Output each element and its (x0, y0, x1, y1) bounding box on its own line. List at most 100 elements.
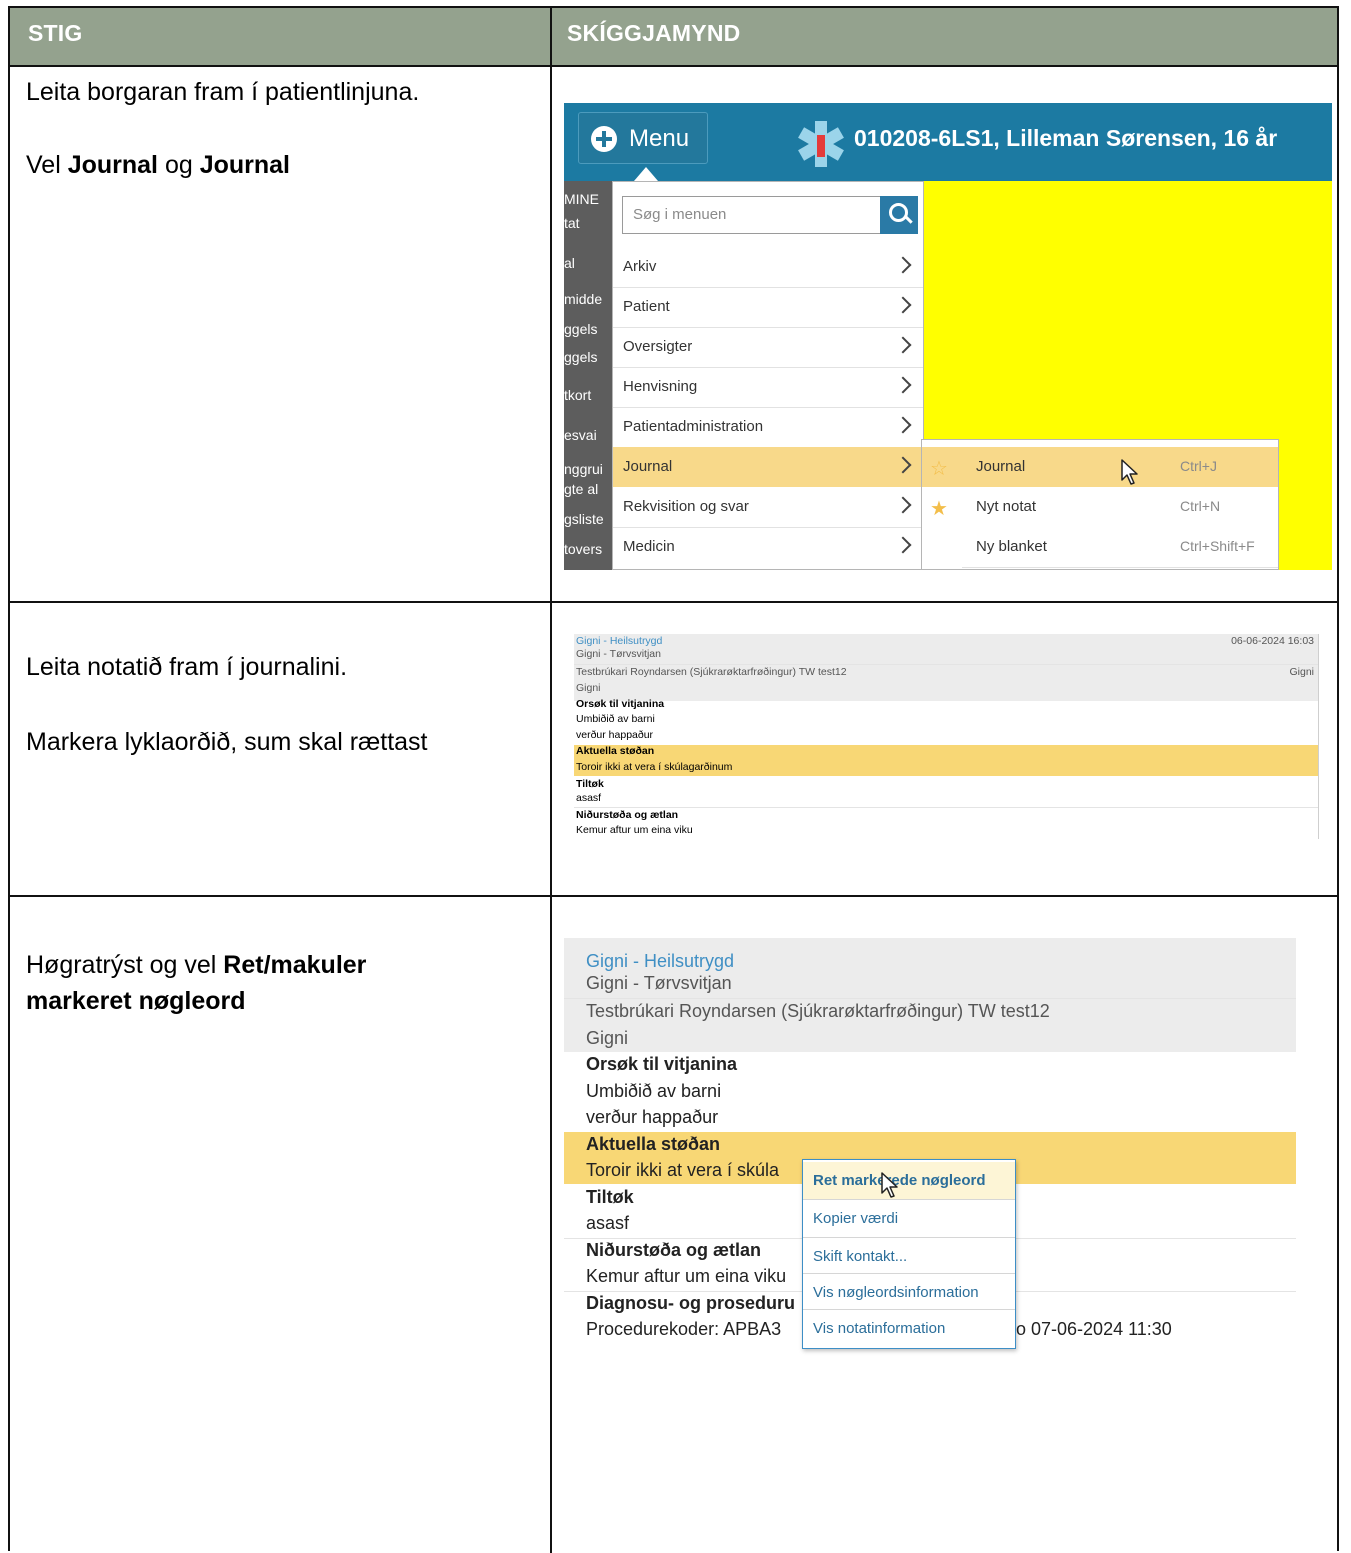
menu-caret-icon (634, 167, 658, 181)
section-text[interactable]: Umbiðið av barni (586, 1081, 721, 1102)
nav-item[interactable]: esvai (564, 427, 597, 443)
section-text[interactable]: verður happaður (586, 1107, 718, 1128)
ctx-skift-kontakt[interactable]: Skift kontakt... (803, 1238, 1015, 1275)
step-1-line-2: Vel Journal og Journal (26, 151, 290, 179)
ctx-kopier-vaerdi[interactable]: Kopier værdi (803, 1200, 1015, 1237)
section-heading: Orsøk til vitjanina (586, 1054, 738, 1074)
nav-item[interactable]: MINE (564, 191, 599, 207)
chevron-right-icon (894, 496, 912, 514)
submenu-item-journal[interactable]: ☆ Journal Ctrl+J (922, 447, 1278, 487)
note-author-right: Gigni (1289, 666, 1314, 678)
note-timestamp: 06-06-2024 16:03 (1231, 635, 1314, 647)
section-heading-selected[interactable]: Aktuella støðan (576, 745, 654, 757)
submenu-item-nyt-notat[interactable]: ★ Nyt notat Ctrl+N (922, 487, 1278, 527)
note-author: Testbrúkari Royndarsen (Sjúkrarøktarfrøð… (576, 666, 847, 678)
note-title[interactable]: Gigni - Heilsutrygd (586, 951, 734, 972)
column-divider (550, 8, 552, 1553)
section-text[interactable]: Kemur aftur um eina viku (576, 824, 693, 836)
section-text-selected[interactable]: Toroir ikki at vera í skúlagarðinum (576, 761, 732, 773)
section-heading: Niðurstøða og ætlan (586, 1240, 761, 1260)
header-screenshot: SKÍGGJAMYND (567, 20, 741, 46)
plus-icon (591, 126, 617, 152)
menu-item-medicin[interactable]: Medicin (613, 527, 923, 567)
section-heading: Niðurstøða og ætlan (576, 809, 679, 821)
section-text[interactable]: asasf (576, 792, 601, 804)
section-text[interactable]: Kemur aftur um eina viku (586, 1266, 786, 1287)
menu-button-label: Menu (629, 125, 690, 152)
nav-item[interactable]: tat (564, 215, 580, 231)
note-subtitle: Gigni - Tørvsvitjan (576, 648, 661, 660)
patient-info: 010208-6LS1, Lilleman Sørensen, 16 år (854, 125, 1278, 151)
submenu-item-ny-blanket[interactable]: Ny blanket Ctrl+Shift+F (922, 527, 1278, 567)
chevron-right-icon (894, 416, 912, 434)
nav-item[interactable]: ggels (564, 349, 597, 365)
menu-item-oversigter[interactable]: Oversigter (613, 327, 923, 367)
chevron-right-icon (894, 536, 912, 554)
screenshot-journal-note: Gigni - Heilsutrygd 06-06-2024 16:03 Gig… (574, 634, 1322, 839)
mouse-cursor-icon (881, 1172, 898, 1198)
menu-item-arkiv[interactable]: Arkiv (613, 247, 923, 287)
search-placeholder: Søg i menuen (633, 206, 727, 223)
row-divider-2 (10, 895, 1337, 897)
section-heading: Orsøk til vitjanina (576, 698, 665, 710)
mouse-cursor-icon (1121, 459, 1138, 485)
note-author: Testbrúkari Royndarsen (Sjúkrarøktarfrøð… (586, 1001, 1050, 1021)
menu-item-journal[interactable]: Journal (613, 447, 923, 487)
step-3-line-2: markeret nøgleord (26, 987, 246, 1015)
header-step: STIG (28, 20, 83, 46)
note-org: Gigni (586, 1028, 629, 1048)
step-3-line-1: Høgratrýst og vel Ret/makuler (26, 951, 367, 979)
chevron-right-icon (894, 376, 912, 394)
chevron-right-icon (894, 256, 912, 274)
step-2-line-2: Markera lyklaorðið, sum skal rættast (26, 728, 428, 756)
left-nav: MINE tat al midde ggels ggels tkort esva… (564, 181, 612, 570)
search-icon-handle (904, 215, 913, 224)
section-heading: Diagnosu- og proseduru (586, 1293, 795, 1313)
ctx-vis-notatinformation[interactable]: Vis notatinformation (803, 1310, 1015, 1347)
star-of-life-icon (798, 121, 844, 167)
section-text[interactable]: asasf (586, 1213, 629, 1234)
section-heading-selected[interactable]: Aktuella støðan (586, 1134, 720, 1155)
section-text[interactable]: Procedurekoder: APBA3 (586, 1319, 781, 1340)
search-button[interactable] (880, 196, 918, 234)
nav-item[interactable]: gte al (564, 481, 598, 497)
table-header: STIG SKÍGGJAMYND (10, 8, 1337, 67)
step-1-line-1: Leita borgaran fram í patientlinjuna. (26, 78, 420, 106)
row-divider-1 (10, 601, 1337, 603)
ctx-ret-markerede-nogleord[interactable]: Ret markerede nøgleord (803, 1162, 1015, 1199)
note-subtitle: Gigni - Tørvsvitjan (586, 973, 732, 993)
chevron-right-icon (894, 336, 912, 354)
screenshot-menu: Menu 010208-6LS1, Lilleman Sørensen, 16 … (564, 103, 1332, 570)
menu-button[interactable]: Menu (578, 112, 708, 164)
step-2-line-1: Leita notatið fram í journalini. (26, 653, 348, 681)
section-heading: Tiltøk (586, 1187, 634, 1207)
section-text-selected[interactable]: Toroir ikki at vera í skúla (586, 1160, 779, 1181)
section-text[interactable]: Umbiðið av barni (576, 713, 655, 725)
context-menu: Ret markerede nøgleord Kopier værdi Skif… (802, 1159, 1016, 1349)
chevron-right-icon (894, 296, 912, 314)
menu-item-henvisning[interactable]: Henvisning (613, 367, 923, 407)
menu-search-input[interactable]: Søg i menuen (622, 196, 918, 234)
nav-item[interactable]: al (564, 255, 575, 271)
section-text-right: o 07-06-2024 11:30 (1016, 1319, 1172, 1339)
nav-item[interactable]: tkort (564, 387, 591, 403)
nav-item[interactable]: nggrui (564, 461, 603, 477)
nav-item[interactable]: ggels (564, 321, 597, 337)
ctx-vis-nogleordsinformation[interactable]: Vis nøgleordsinformation (803, 1274, 1015, 1311)
nav-item[interactable]: gsliste (564, 511, 604, 527)
screenshot-context-menu: Gigni - Heilsutrygd Gigni - Tørvsvitjan … (564, 938, 1296, 1364)
menu-item-rekvisition[interactable]: Rekvisition og svar (613, 487, 923, 527)
menu-item-patient[interactable]: Patient (613, 287, 923, 327)
nav-item[interactable]: tovers (564, 541, 602, 557)
note-title[interactable]: Gigni - Heilsutrygd (576, 635, 662, 647)
journal-submenu: ☆ Journal Ctrl+J ★ Nyt notat Ctrl+N Ny b… (921, 439, 1279, 570)
top-bar: Menu 010208-6LS1, Lilleman Sørensen, 16 … (564, 103, 1332, 181)
star-icon[interactable]: ☆ (930, 456, 948, 481)
section-text[interactable]: verður happaður (576, 729, 653, 741)
menu-dropdown: Søg i menuen Arkiv Patient Oversigter He… (612, 181, 924, 570)
nav-item[interactable]: midde (564, 291, 602, 307)
star-icon[interactable]: ★ (930, 496, 948, 521)
note-org: Gigni (576, 682, 601, 694)
chevron-right-icon (894, 456, 912, 474)
menu-item-patientadministration[interactable]: Patientadministration (613, 407, 923, 447)
